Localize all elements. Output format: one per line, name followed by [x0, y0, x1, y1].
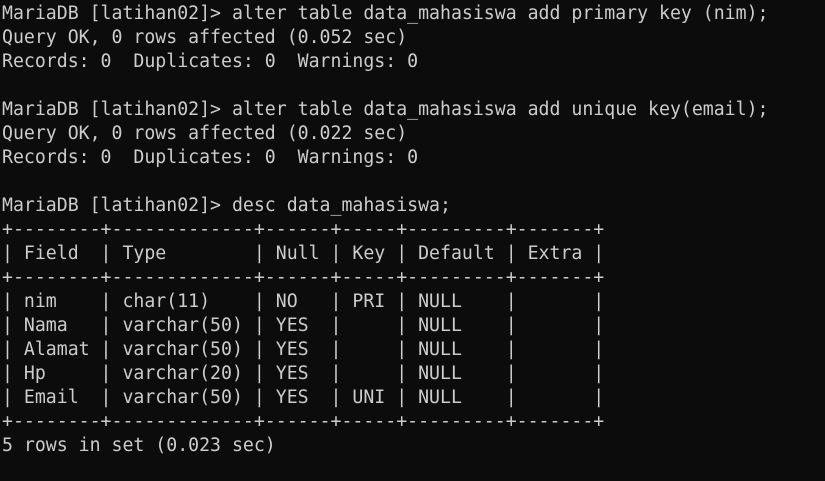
rows-in-set-output: 5 rows in set (0.023 sec) [2, 435, 276, 456]
terminal-window[interactable]: MariaDB [latihan02]> alter table data_ma… [0, 0, 825, 481]
command-alter-primary-key: MariaDB [latihan02]> alter table data_ma… [2, 3, 769, 24]
query-ok-output: Query OK, 0 rows affected (0.022 sec) [2, 123, 408, 144]
records-output: Records: 0 Duplicates: 0 Warnings: 0 [2, 147, 419, 168]
records-output: Records: 0 Duplicates: 0 Warnings: 0 [2, 51, 419, 72]
table-border: +--------+-------------+------+-----+---… [2, 219, 605, 240]
table-row: | nim | char(11) | NO | PRI | NULL | | [2, 291, 605, 312]
table-row: | Hp | varchar(20) | YES | | NULL | | [2, 363, 605, 384]
query-ok-output: Query OK, 0 rows affected (0.052 sec) [2, 27, 408, 48]
table-border: +--------+-------------+------+-----+---… [2, 267, 605, 288]
table-border: +--------+-------------+------+-----+---… [2, 411, 605, 432]
table-row: | Alamat | varchar(50) | YES | | NULL | … [2, 339, 605, 360]
command-alter-unique-key: MariaDB [latihan02]> alter table data_ma… [2, 99, 769, 120]
command-desc-table: MariaDB [latihan02]> desc data_mahasiswa… [2, 195, 451, 216]
table-row: | Nama | varchar(50) | YES | | NULL | | [2, 315, 605, 336]
table-header-row: | Field | Type | Null | Key | Default | … [2, 243, 605, 264]
table-row: | Email | varchar(50) | YES | UNI | NULL… [2, 387, 605, 408]
